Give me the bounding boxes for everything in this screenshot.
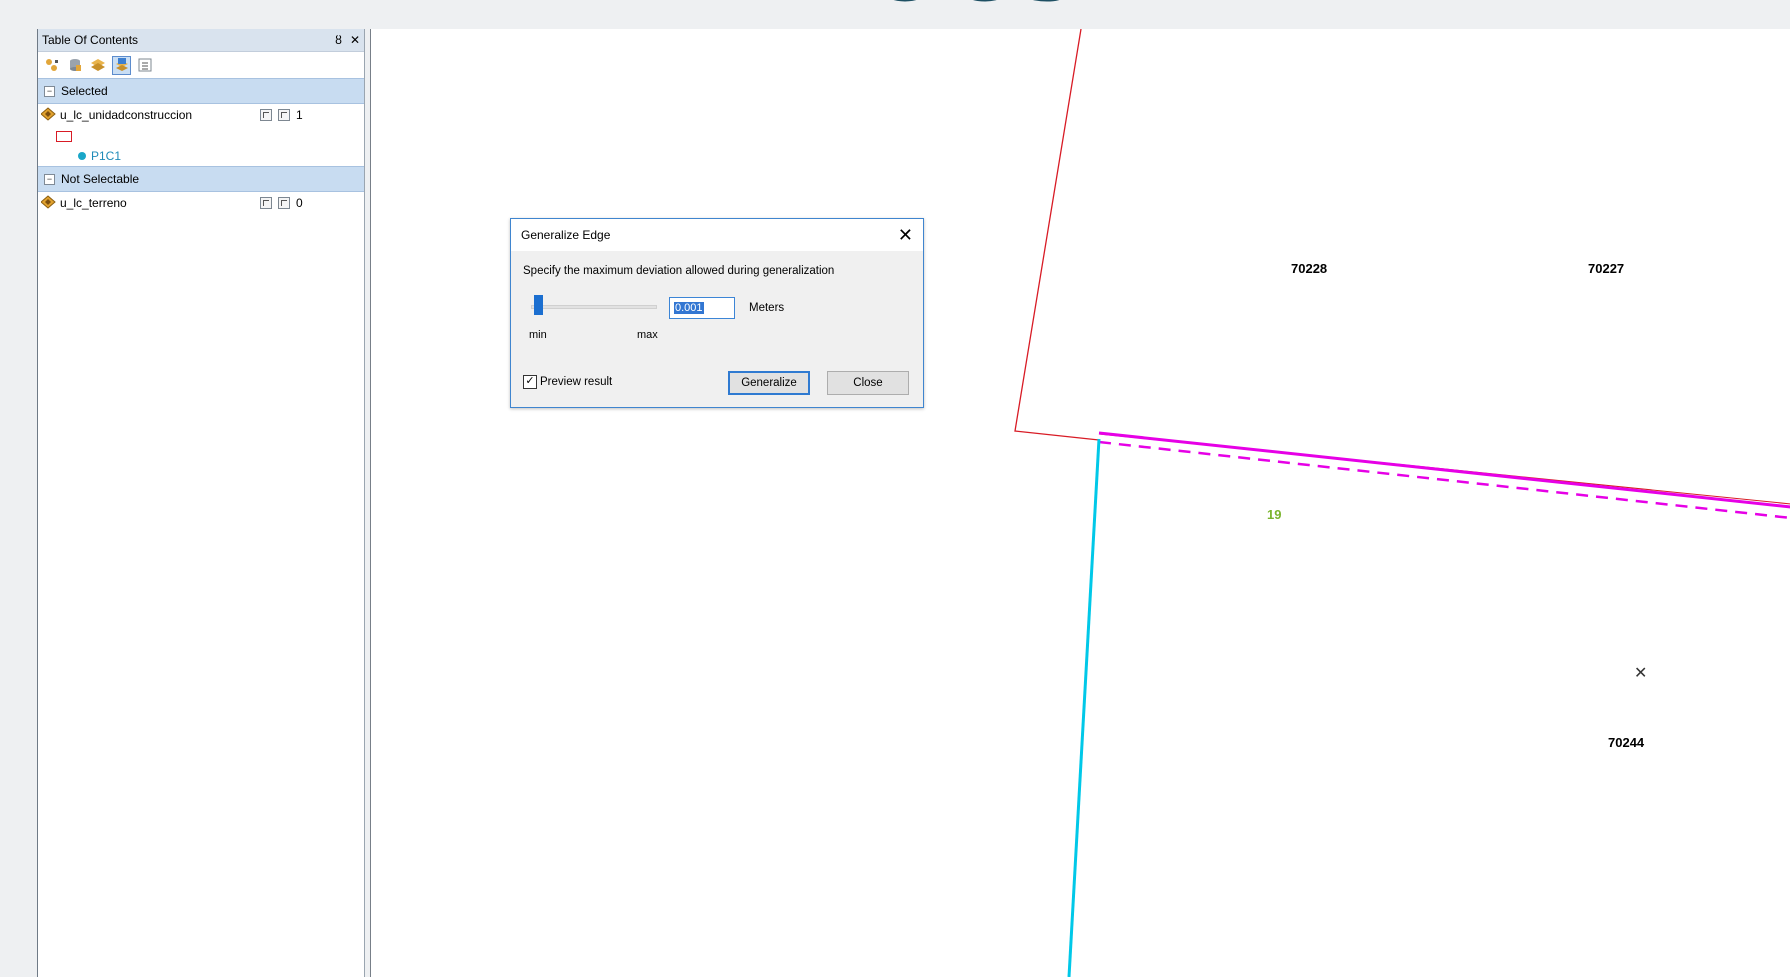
selection-count: 1 — [296, 108, 303, 122]
layer-name: u_lc_unidadconstruccion — [60, 108, 193, 122]
collapse-icon[interactable]: − — [44, 85, 55, 97]
group-label: Not Selectable — [61, 172, 140, 186]
selected-edge-preview — [1098, 440, 1790, 520]
selection-count: 0 — [296, 196, 303, 210]
list-by-drawing-order-icon[interactable] — [43, 56, 61, 74]
parcel-label: 70244 — [1608, 735, 1645, 750]
list-by-visibility-icon[interactable] — [89, 56, 107, 74]
toc-layer-terreno[interactable]: u_lc_terreno 0 — [38, 192, 364, 214]
layer-diamond-icon — [40, 106, 56, 124]
terrain-edge — [1067, 438, 1101, 977]
map-canvas[interactable] — [371, 29, 1790, 977]
generalize-edge-dialog: Generalize Edge ✕ Specify the maximum de… — [510, 218, 924, 408]
close-icon[interactable]: ✕ — [898, 226, 913, 244]
deviation-value: 0.001 — [674, 302, 704, 314]
polygon-symbol-swatch[interactable] — [56, 130, 72, 142]
list-by-source-icon[interactable] — [66, 56, 84, 74]
options-icon[interactable] — [136, 56, 154, 74]
dialog-description: Specify the maximum deviation allowed du… — [523, 265, 835, 277]
preview-result-option[interactable]: ✓ Preview result — [523, 375, 612, 389]
toc-toolbar — [38, 52, 364, 78]
toc-layer-unidadconstruccion[interactable]: u_lc_unidadconstruccion 1 — [38, 104, 364, 126]
layer-sublabel-row: P1C1 — [38, 146, 364, 166]
layer-symbol-row — [38, 126, 364, 146]
slider-track[interactable] — [531, 305, 657, 309]
deviation-slider[interactable] — [531, 295, 657, 315]
toc-title: Table Of Contents — [42, 33, 139, 47]
collapse-icon[interactable]: − — [44, 173, 55, 185]
close-button[interactable]: Close — [827, 371, 909, 395]
point-marker-icon: ✕ — [1634, 665, 1648, 682]
layer-sublabel: P1C1 — [91, 149, 122, 163]
parcel-outline — [1014, 29, 1100, 441]
preview-checkbox[interactable]: ✓ — [523, 375, 537, 389]
preview-label: Preview result — [540, 376, 613, 388]
parcel-label: 19 — [1267, 507, 1282, 522]
dialog-title: Generalize Edge — [521, 228, 611, 242]
point-symbol-icon — [78, 152, 86, 160]
table-of-contents-panel: Table Of Contents ȣ ✕ − Selected u_lc_un… — [37, 29, 365, 977]
selection-count-icon — [278, 197, 290, 209]
dialog-titlebar[interactable]: Generalize Edge ✕ — [511, 219, 923, 251]
zoom-to-selected-icon[interactable] — [260, 197, 272, 209]
toc-header: Table Of Contents ȣ ✕ — [38, 29, 364, 52]
parcel-label: 70227 — [1588, 261, 1625, 276]
list-by-selection-icon[interactable] — [112, 55, 131, 75]
units-label: Meters — [749, 302, 785, 314]
slider-min-label: min — [529, 329, 547, 341]
slider-thumb[interactable] — [534, 295, 544, 315]
background-title: DOCS — [790, 0, 1090, 15]
close-icon[interactable]: ✕ — [350, 33, 360, 47]
slider-max-label: max — [637, 329, 658, 341]
selected-edge — [1098, 431, 1790, 509]
deviation-input[interactable]: 0.001 — [669, 297, 735, 319]
zoom-to-selected-icon[interactable] — [260, 109, 272, 121]
map-view[interactable]: 70228 70227 19 70244 ✕ — [370, 29, 1790, 977]
toc-group-not-selectable[interactable]: − Not Selectable — [38, 166, 364, 192]
selection-count-icon — [278, 109, 290, 121]
layer-name: u_lc_terreno — [60, 196, 127, 210]
group-label: Selected — [61, 84, 108, 98]
pin-icon[interactable]: ȣ — [335, 33, 342, 47]
layer-diamond-icon — [40, 194, 56, 212]
generalize-button[interactable]: Generalize — [728, 371, 810, 395]
toc-group-selected[interactable]: − Selected — [38, 78, 364, 104]
parcel-label: 70228 — [1291, 261, 1328, 276]
